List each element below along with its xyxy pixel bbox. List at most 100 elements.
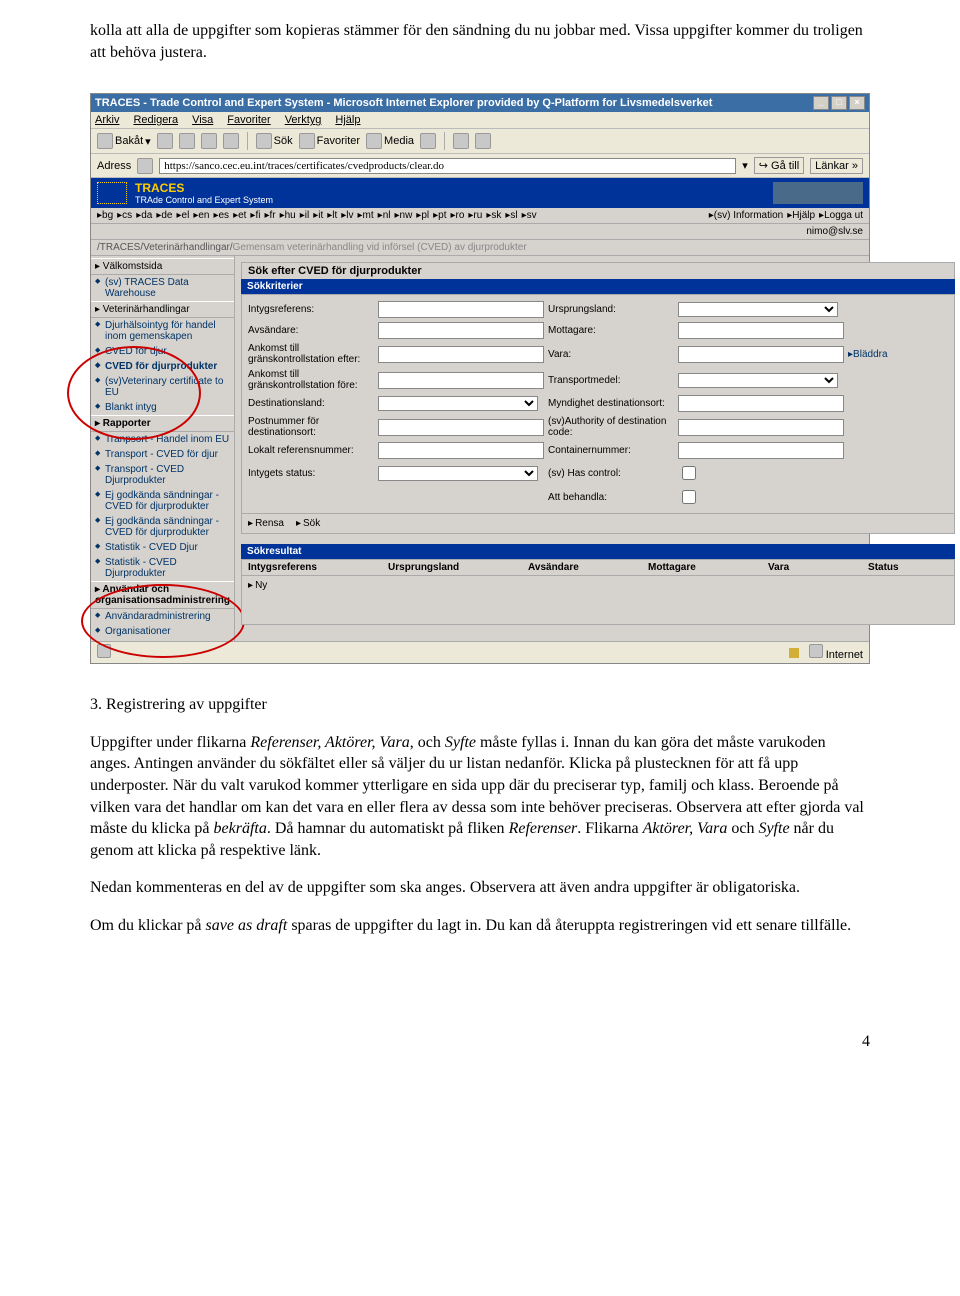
lang-ro[interactable]: ▸ro bbox=[450, 210, 464, 221]
in-vara[interactable] bbox=[678, 346, 844, 363]
in-container[interactable] bbox=[678, 442, 844, 459]
in-myndighet[interactable] bbox=[678, 395, 844, 412]
lang-sk[interactable]: ▸sk bbox=[486, 210, 501, 221]
menu-visa[interactable]: Visa bbox=[192, 114, 213, 126]
top-logout[interactable]: ▸Logga ut bbox=[819, 210, 863, 221]
nav-datawarehouse[interactable]: (sv) TRACES Data Warehouse bbox=[91, 275, 234, 301]
lang-lt[interactable]: ▸lt bbox=[327, 210, 337, 221]
chk-attbehandla[interactable] bbox=[682, 490, 696, 504]
banner-image bbox=[773, 182, 863, 204]
nav-admin-head[interactable]: ▸ Användar och organisationsadministreri… bbox=[91, 581, 234, 609]
refresh-icon[interactable] bbox=[201, 133, 217, 149]
minimize-button[interactable]: _ bbox=[813, 96, 829, 110]
lang-pl[interactable]: ▸pl bbox=[416, 210, 429, 221]
menu-arkiv[interactable]: Arkiv bbox=[95, 114, 119, 126]
lang-pt[interactable]: ▸pt bbox=[433, 210, 446, 221]
go-button[interactable]: ↪ Gå till bbox=[754, 157, 804, 174]
col-avsandare: Avsändare bbox=[528, 562, 648, 573]
user-bar: nimo@slv.se bbox=[91, 224, 869, 240]
in-ankomst-fore[interactable] bbox=[378, 372, 544, 389]
address-input[interactable] bbox=[159, 158, 736, 174]
nav-org[interactable]: Organisationer bbox=[91, 624, 234, 639]
lang-da[interactable]: ▸da bbox=[136, 210, 152, 221]
lang-en[interactable]: ▸en bbox=[193, 210, 209, 221]
stop-icon[interactable] bbox=[179, 133, 195, 149]
lbl-hascontrol: (sv) Has control: bbox=[548, 468, 668, 479]
lang-it[interactable]: ▸it bbox=[313, 210, 323, 221]
lang-es[interactable]: ▸es bbox=[213, 210, 229, 221]
search-button[interactable]: Sök bbox=[256, 133, 293, 149]
sel-destland[interactable] bbox=[378, 396, 538, 411]
lang-de[interactable]: ▸de bbox=[156, 210, 172, 221]
nav-transport-cved-prod[interactable]: Transport - CVED Djurprodukter bbox=[91, 462, 234, 488]
lang-ru[interactable]: ▸ru bbox=[468, 210, 482, 221]
lang-el[interactable]: ▸el bbox=[177, 210, 190, 221]
nav-useradmin[interactable]: Användaradministrering bbox=[91, 609, 234, 624]
links-button[interactable]: Länkar » bbox=[810, 158, 863, 174]
menu-verktyg[interactable]: Verktyg bbox=[285, 114, 322, 126]
lang-il[interactable]: ▸il bbox=[300, 210, 309, 221]
in-ankomst-efter[interactable] bbox=[378, 346, 544, 363]
sel-transport[interactable] bbox=[678, 373, 838, 388]
in-avsandare[interactable] bbox=[378, 322, 544, 339]
in-mottagare[interactable] bbox=[678, 322, 844, 339]
chk-hascontrol[interactable] bbox=[682, 466, 696, 480]
in-authcode[interactable] bbox=[678, 419, 844, 436]
lbl-authcode: (sv)Authority of destination code: bbox=[548, 416, 668, 438]
forward-icon[interactable] bbox=[157, 133, 173, 149]
rensa-button[interactable]: Rensa bbox=[248, 518, 284, 529]
maximize-button[interactable]: □ bbox=[831, 96, 847, 110]
close-button[interactable]: × bbox=[849, 96, 865, 110]
media-button[interactable]: Media bbox=[366, 133, 414, 149]
menu-hjalp[interactable]: Hjälp bbox=[335, 114, 360, 126]
top-help[interactable]: ▸Hjälp bbox=[787, 210, 815, 221]
nav-djurhalso[interactable]: Djurhälsointyg för handel inom gemenskap… bbox=[91, 318, 234, 344]
top-info[interactable]: ▸(sv) Information bbox=[709, 210, 783, 221]
in-lokalref[interactable] bbox=[378, 442, 544, 459]
sok-button[interactable]: Sök bbox=[296, 518, 320, 529]
nav-stat-prod[interactable]: Statistik - CVED Djurprodukter bbox=[91, 555, 234, 581]
lang-cs[interactable]: ▸cs bbox=[117, 210, 132, 221]
sel-status[interactable] bbox=[378, 466, 538, 481]
mail-icon[interactable] bbox=[453, 133, 469, 149]
history-icon[interactable] bbox=[420, 133, 436, 149]
sel-ursprung[interactable] bbox=[678, 302, 838, 317]
nav-blankt[interactable]: Blankt intyg bbox=[91, 400, 234, 415]
lbl-destland: Destinationsland: bbox=[248, 398, 368, 409]
lang-sl[interactable]: ▸sl bbox=[505, 210, 517, 221]
lang-bg[interactable]: ▸bg bbox=[97, 210, 113, 221]
nav-cved-djur[interactable]: CVED för djur bbox=[91, 344, 234, 359]
in-postnr[interactable] bbox=[378, 419, 544, 436]
lbl-container: Containernummer: bbox=[548, 445, 668, 456]
lang-hu[interactable]: ▸hu bbox=[280, 210, 296, 221]
browse-link[interactable]: ▸Bläddra bbox=[848, 349, 908, 360]
ny-link[interactable]: Ny bbox=[248, 580, 267, 591]
lang-nw[interactable]: ▸nw bbox=[394, 210, 412, 221]
nav-transport-cved-djur[interactable]: Transport - CVED för djur bbox=[91, 447, 234, 462]
nav-ejgodkanda1[interactable]: Ej godkända sändningar - CVED för djurpr… bbox=[91, 488, 234, 514]
lbl-attbehandla: Att behandla: bbox=[548, 492, 668, 503]
print-icon[interactable] bbox=[475, 133, 491, 149]
nav-cved-djurprodukter[interactable]: CVED för djurprodukter bbox=[91, 359, 234, 374]
nav-vet-head[interactable]: ▸ Veterinärhandlingar bbox=[91, 301, 234, 318]
lang-nl[interactable]: ▸nl bbox=[378, 210, 391, 221]
nav-ejgodkanda2[interactable]: Ej godkända sändningar - CVED för djurpr… bbox=[91, 514, 234, 540]
lang-mt[interactable]: ▸mt bbox=[358, 210, 374, 221]
back-button[interactable]: Bakåt ▾ bbox=[97, 133, 151, 149]
lang-lv[interactable]: ▸lv bbox=[341, 210, 353, 221]
nav-welcome[interactable]: ▸ Välkomstsida bbox=[91, 258, 234, 275]
window-titlebar: TRACES - Trade Control and Expert System… bbox=[91, 94, 869, 112]
nav-vetcert-eu[interactable]: (sv)Veterinary certificate to EU bbox=[91, 374, 234, 400]
nav-transport-eu[interactable]: Tranpsort - Handel inom EU bbox=[91, 432, 234, 447]
home-icon[interactable] bbox=[223, 133, 239, 149]
in-intygsref[interactable] bbox=[378, 301, 544, 318]
menu-favoriter[interactable]: Favoriter bbox=[227, 114, 270, 126]
lang-et[interactable]: ▸et bbox=[233, 210, 246, 221]
lang-sv[interactable]: ▸sv bbox=[522, 210, 537, 221]
nav-rapporter-head[interactable]: ▸ Rapporter bbox=[91, 415, 234, 432]
favorites-button[interactable]: Favoriter bbox=[299, 133, 360, 149]
lang-fr[interactable]: ▸fr bbox=[264, 210, 275, 221]
menu-redigera[interactable]: Redigera bbox=[133, 114, 178, 126]
lang-fi[interactable]: ▸fi bbox=[250, 210, 260, 221]
nav-stat-djur[interactable]: Statistik - CVED Djur bbox=[91, 540, 234, 555]
